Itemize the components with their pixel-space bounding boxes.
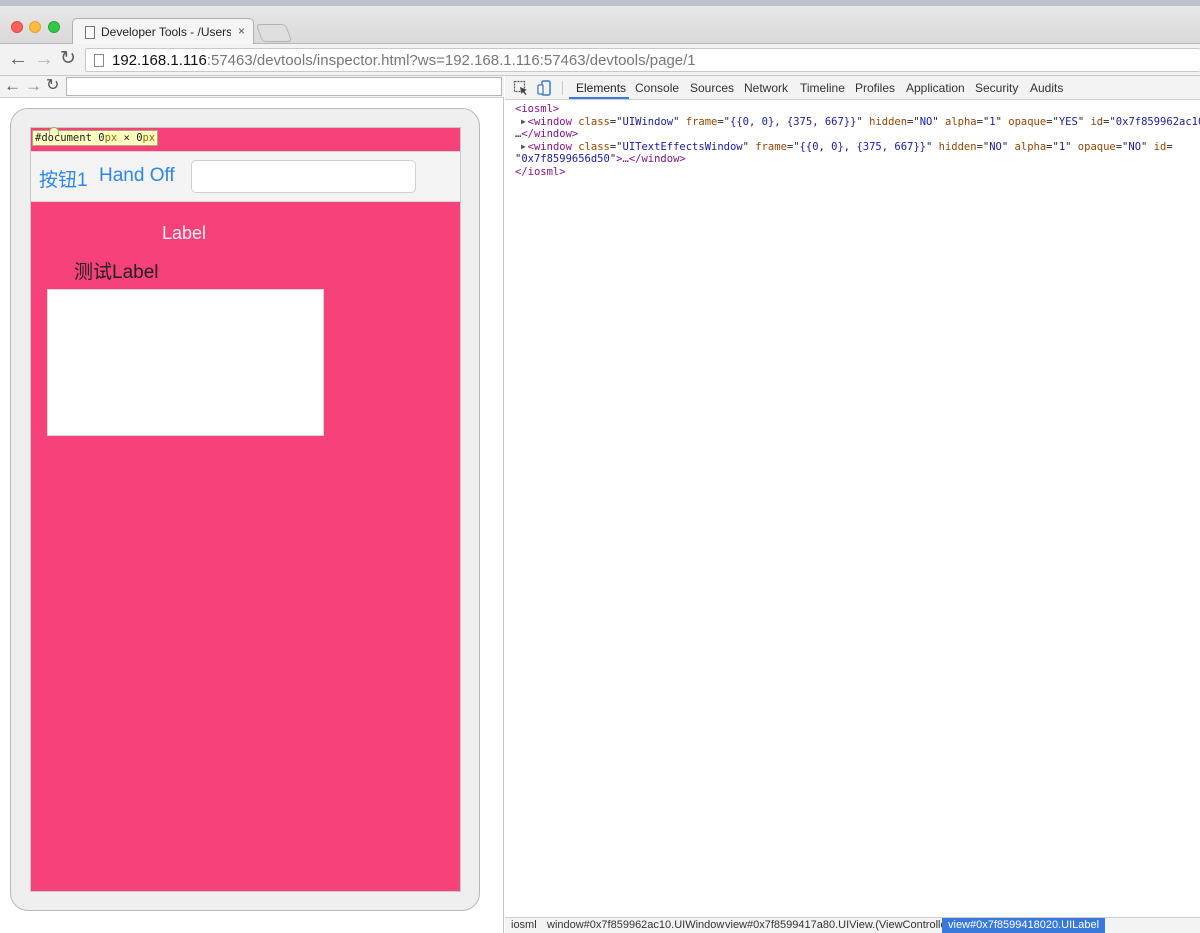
breadcrumb-uilabel[interactable]: view#0x7f8599418020.UILabel: [942, 918, 1106, 933]
dom-node-uitexteffectswindow-id[interactable]: "0x7f8599656d50">…</window>: [515, 153, 1200, 166]
simulator-nav-bar: ← → ↻: [0, 76, 504, 98]
tab-profiles[interactable]: Profiles: [855, 81, 895, 95]
expand-triangle-icon[interactable]: ▶: [521, 141, 526, 154]
dom-node-uitexteffectswindow[interactable]: ▶ <window class="UITextEffectsWindow" fr…: [515, 141, 1200, 154]
breadcrumb-uiview[interactable]: view#0x7f8599417a80.UIView.(ViewControll…: [725, 919, 954, 931]
address-url[interactable]: 192.168.1.116:57463/devtools/inspector.h…: [112, 52, 696, 69]
dom-node-uiwindow[interactable]: ▶ <window class="UIWindow" frame="{{0, 0…: [515, 116, 1200, 129]
dom-node-uiwindow-close[interactable]: …</window>: [515, 128, 1200, 141]
tooltip-node: #document: [35, 132, 92, 144]
tab-timeline[interactable]: Timeline: [800, 81, 845, 95]
ios-test-label: 测试Label: [74, 262, 159, 283]
tab-console[interactable]: Console: [635, 81, 679, 95]
dom-root-open[interactable]: <iosml>: [515, 103, 1200, 116]
zoom-window-button[interactable]: [48, 21, 60, 33]
tab-title: Developer Tools - /Users/ji: [101, 25, 231, 39]
dom-tree: <iosml> ▶ <window class="UIWindow" frame…: [515, 103, 1200, 179]
tab-application[interactable]: Application: [906, 81, 965, 95]
sim-address-input[interactable]: [66, 77, 502, 96]
ios-label: Label: [162, 223, 207, 243]
tooltip-times: ×: [123, 132, 130, 144]
tab-network[interactable]: Network: [744, 81, 788, 95]
tooltip-width-unit: px: [104, 132, 118, 144]
ios-button-1[interactable]: 按钮1: [39, 165, 88, 192]
document-icon: [85, 26, 95, 39]
device-screen: #document 0px × 0px 按钮1 Hand Off Label 测…: [30, 127, 461, 892]
breadcrumb-uiwindow[interactable]: window#0x7f859962ac10.UIWindow: [547, 919, 724, 931]
tab-close-icon[interactable]: ×: [238, 24, 245, 38]
device-mode-icon[interactable]: [537, 80, 553, 96]
expand-triangle-icon[interactable]: ▶: [521, 116, 526, 129]
ios-toolbar: 按钮1 Hand Off: [31, 151, 460, 202]
close-window-button[interactable]: [11, 21, 23, 33]
sim-forward-arrow-icon[interactable]: →: [25, 77, 42, 95]
dom-root-close[interactable]: </iosml>: [515, 166, 1200, 179]
url-path: :57463/devtools/inspector.html?ws=192.16…: [206, 52, 696, 69]
tooltip-height-unit: px: [142, 132, 156, 144]
tab-elements[interactable]: Elements: [576, 81, 626, 95]
back-arrow-icon[interactable]: ←: [8, 49, 28, 69]
simulator-pane: ← → ↻ #document 0px × 0px 按钮1 Hand Off L…: [0, 76, 504, 933]
tooltip-arrow: [49, 127, 59, 135]
tab-security[interactable]: Security: [975, 81, 1018, 95]
forward-arrow-icon[interactable]: →: [34, 49, 54, 69]
hand-off-button[interactable]: Hand Off: [99, 165, 175, 187]
sim-back-arrow-icon[interactable]: ←: [4, 77, 21, 95]
browser-titlebar: Developer Tools - /Users/ji ×: [0, 0, 1200, 45]
sim-reload-icon[interactable]: ↻: [46, 77, 59, 95]
address-bar[interactable]: 192.168.1.116:57463/devtools/inspector.h…: [85, 48, 1200, 72]
minimize-window-button[interactable]: [29, 21, 41, 33]
active-tab-indicator: [569, 97, 629, 99]
ios-text-field[interactable]: [191, 160, 416, 193]
device-frame: #document 0px × 0px 按钮1 Hand Off Label 测…: [10, 108, 480, 911]
window-top-edge: [0, 0, 1200, 6]
devtools-tabbar: Elements Console Sources Network Timelin…: [505, 76, 1200, 100]
page-icon: [94, 54, 104, 67]
reload-icon[interactable]: ↻: [60, 49, 76, 69]
tab-audits[interactable]: Audits: [1030, 81, 1063, 95]
document-size-tooltip: #document 0px × 0px: [32, 127, 159, 146]
url-host: 192.168.1.116: [112, 52, 207, 69]
toolbar-divider: [562, 81, 563, 95]
browser-toolbar: ← → ↻ 192.168.1.116:57463/devtools/inspe…: [0, 44, 1200, 76]
ios-white-view: [47, 289, 324, 436]
devtools-pane: Elements Console Sources Network Timelin…: [505, 76, 1200, 933]
breadcrumb-iosml[interactable]: iosml: [511, 919, 537, 931]
breadcrumb: iosml window#0x7f859962ac10.UIWindow vie…: [505, 917, 1200, 933]
browser-tab-devtools[interactable]: Developer Tools - /Users/ji ×: [72, 18, 254, 45]
new-tab-button[interactable]: [255, 24, 293, 42]
inspect-element-icon[interactable]: [513, 80, 529, 96]
tab-sources[interactable]: Sources: [690, 81, 734, 95]
